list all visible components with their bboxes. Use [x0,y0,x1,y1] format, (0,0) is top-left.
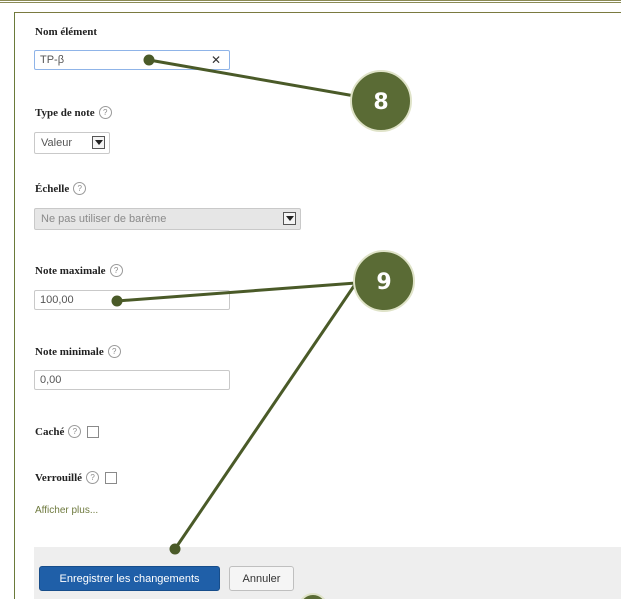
max-grade-input[interactable]: 100,00 [34,290,230,310]
help-icon[interactable]: ? [109,264,123,277]
help-icon[interactable]: ? [107,345,121,358]
max-grade-value: 100,00 [40,294,74,306]
chevron-down-icon [92,136,105,149]
help-icon[interactable]: ? [86,471,100,484]
min-grade-value: 0,00 [40,374,62,386]
help-icon[interactable]: ? [68,425,82,438]
show-more-link[interactable]: Afficher plus... [35,505,98,516]
name-label: Nom élément [35,26,97,38]
save-changes-button[interactable]: Enregistrer les changements [39,566,220,591]
scale-select[interactable]: Ne pas utiliser de barème [34,208,301,230]
min-grade-label: Note minimale ? [35,345,121,358]
scale-value: Ne pas utiliser de barème [41,213,167,225]
grade-item-form: Nom élément TP-β ✕ Type de note ? Valeur… [0,0,621,599]
name-label-text: Nom élément [35,26,98,38]
hidden-label-text: Caché [35,425,65,438]
locked-checkbox[interactable] [105,471,118,484]
help-icon[interactable]: ? [73,182,87,195]
max-grade-label: Note maximale ? [35,264,123,277]
chevron-down-icon [283,212,296,225]
locked-label-text: Verrouillé [35,471,83,484]
grade-type-label: Type de note ? [35,106,112,119]
name-input-value: TP-β [40,54,65,66]
locked-label: Verrouillé ? [35,471,118,484]
clear-icon[interactable]: ✕ [211,53,221,67]
min-grade-input[interactable]: 0,00 [34,370,230,390]
name-input[interactable]: TP-β ✕ [34,50,230,70]
scale-label-text: Échelle [35,182,70,195]
min-grade-label-text: Note minimale [35,345,104,358]
max-grade-label-text: Note maximale [35,264,106,277]
cancel-button[interactable]: Annuler [229,566,294,591]
scale-label: Échelle ? [35,182,87,195]
grade-type-value: Valeur [41,137,72,149]
hidden-label: Caché ? [35,425,100,438]
grade-type-select[interactable]: Valeur [34,132,110,154]
grade-type-label-text: Type de note [35,106,95,119]
hidden-checkbox[interactable] [87,425,100,438]
help-icon[interactable]: ? [98,106,112,119]
